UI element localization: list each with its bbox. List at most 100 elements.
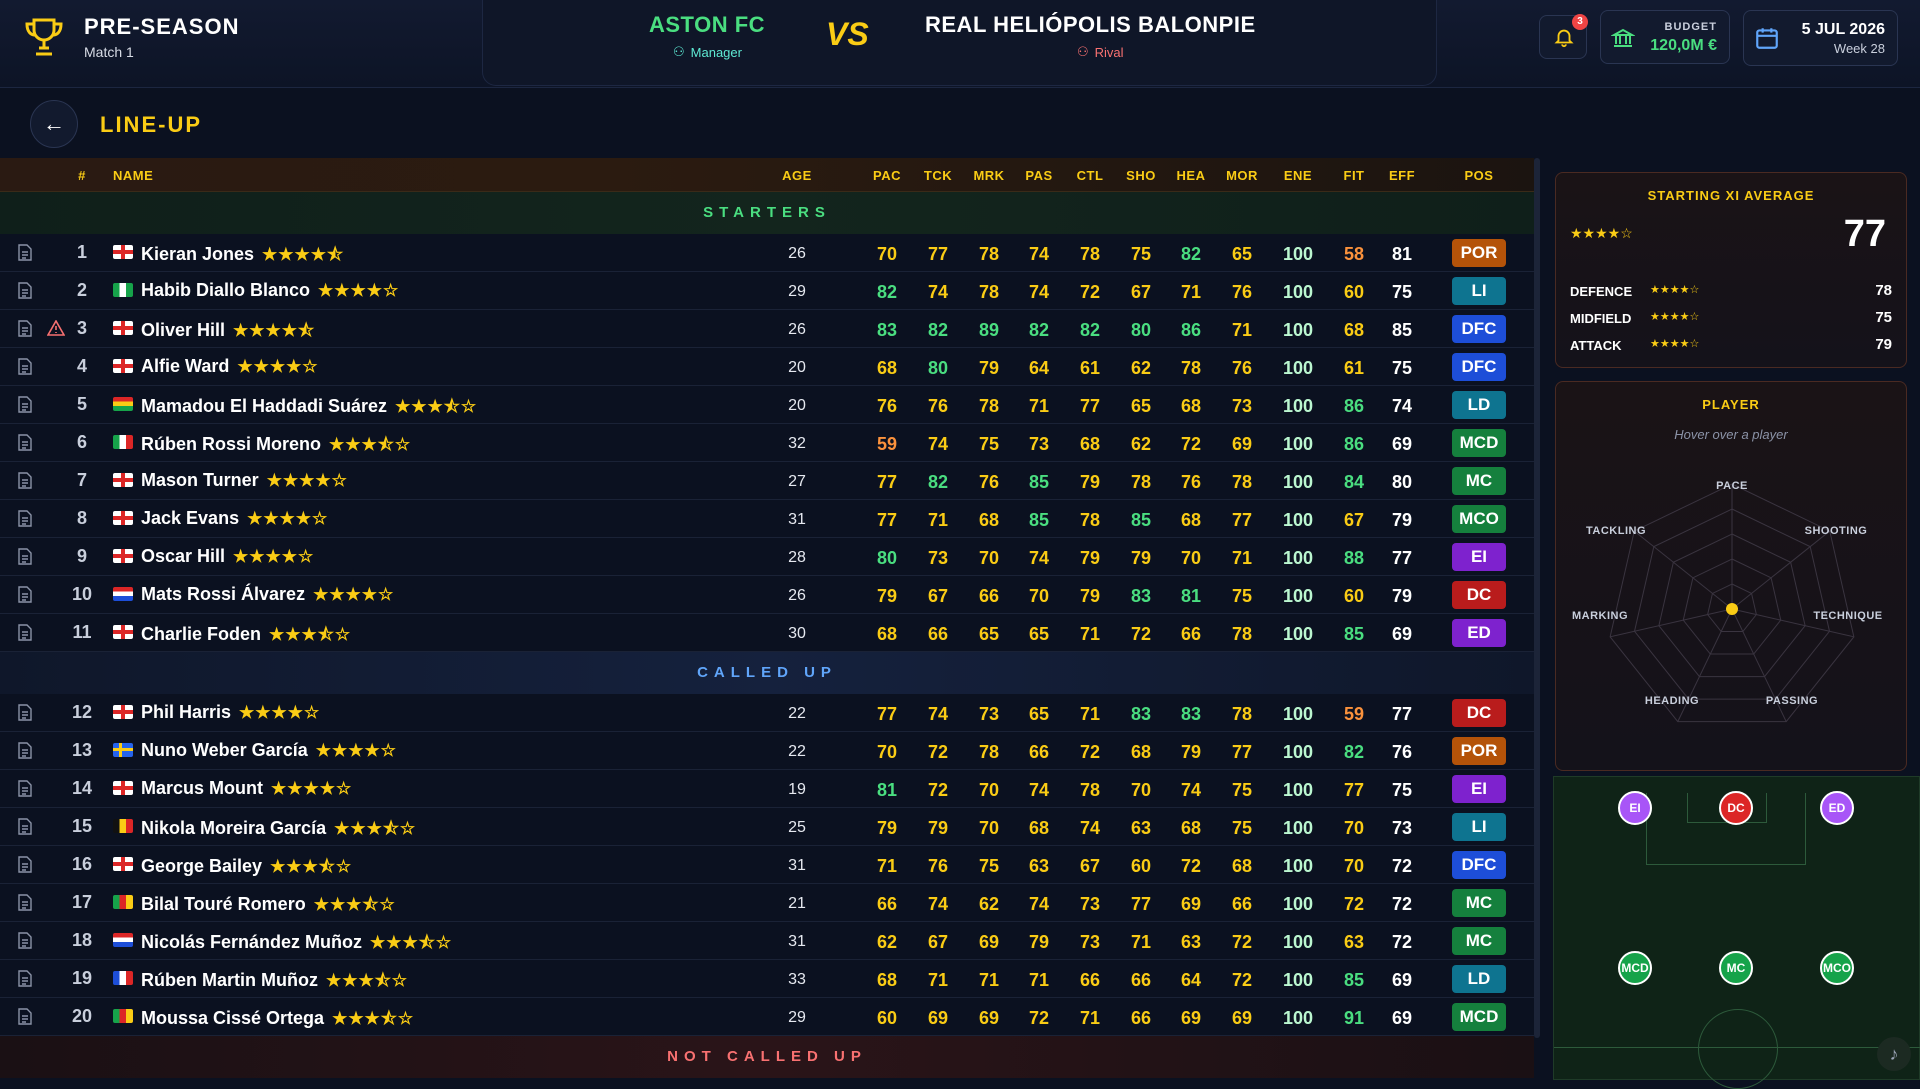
table-row[interactable]: 10 Mats Rossi Álvarez ★★★★☆ 26 79 67 66 70 79 83 8… [0,576,1534,614]
player-name-cell[interactable]: Oscar Hill ★★★★☆ [141,546,314,567]
player-name-cell[interactable]: Bilal Touré Romero ★★★⯪☆ [141,892,396,921]
position-badge[interactable]: LI [1452,813,1506,841]
player-name-cell[interactable]: Jack Evans ★★★★☆ [141,508,328,529]
position-badge[interactable]: MCD [1452,429,1506,457]
position-badge[interactable]: LD [1452,965,1506,993]
document-icon[interactable] [18,586,32,603]
table-row[interactable]: 11 Charlie Foden ★★★⯪☆ 30 68 66 65 65 71 72 66 78 10… [0,614,1534,652]
music-icon[interactable]: ♪ [1877,1037,1911,1071]
table-row[interactable]: 19 Rúben Martin Muñoz ★★★⯪☆ 33 68 71 71 71 66 66 6… [0,960,1534,998]
column-header[interactable]: CTL [1068,168,1112,183]
position-badge[interactable]: EI [1452,543,1506,571]
table-row[interactable]: 12 Phil Harris ★★★★☆ 22 77 74 73 65 71 83 83 78 100 5… [0,694,1534,732]
column-header[interactable]: TCK [916,168,960,183]
pitch-player-chip[interactable]: MCO [1820,951,1854,985]
position-badge[interactable]: DC [1452,581,1506,609]
position-badge[interactable]: LD [1452,391,1506,419]
position-badge[interactable]: ED [1452,619,1506,647]
document-icon[interactable] [18,396,32,413]
back-button[interactable]: ← [30,100,78,148]
player-name-cell[interactable]: Nicolás Fernández Muñoz ★★★⯪☆ [141,930,452,959]
scrollbar[interactable] [1534,158,1540,1038]
player-name-cell[interactable]: Phil Harris ★★★★☆ [141,702,320,723]
position-badge[interactable]: MC [1452,467,1506,495]
document-icon[interactable] [18,970,32,987]
column-header[interactable]: MOR [1220,168,1264,183]
table-row[interactable]: 18 Nicolás Fernández Muñoz ★★★⯪☆ 31 62 67 69 79… [0,922,1534,960]
position-badge[interactable]: DFC [1452,851,1506,879]
player-name-cell[interactable]: Habib Diallo Blanco ★★★★☆ [141,280,399,301]
table-row[interactable]: 9 Oscar Hill ★★★★☆ 28 80 73 70 74 79 79 70 71 100 88 7… [0,538,1534,576]
document-icon[interactable] [18,472,32,489]
position-badge[interactable]: MC [1452,927,1506,955]
player-name-cell[interactable]: George Bailey ★★★⯪☆ [141,854,352,883]
table-row[interactable]: 16 George Bailey ★★★⯪☆ 31 71 76 75 63 67 60 72 68 10… [0,846,1534,884]
player-name-cell[interactable]: Marcus Mount ★★★★☆ [141,778,352,799]
document-icon[interactable] [18,780,32,797]
player-name-cell[interactable]: Oliver Hill ★★★★⯪ [141,318,315,347]
player-name-cell[interactable]: Kieran Jones ★★★★⯪ [141,242,344,271]
pitch-player-chip[interactable]: EI [1618,791,1652,825]
table-row[interactable]: 6 Rúben Rossi Moreno ★★★⯪☆ 32 59 74 75 73 68 62 72… [0,424,1534,462]
player-name-cell[interactable]: Rúben Martin Muñoz ★★★⯪☆ [141,968,408,997]
column-header[interactable]: ENE [1276,168,1320,183]
player-name-cell[interactable]: Mamadou El Haddadi Suárez ★★★⯪☆ [141,394,477,423]
document-icon[interactable] [18,244,32,261]
player-name-cell[interactable]: Rúben Rossi Moreno ★★★⯪☆ [141,432,411,461]
position-badge[interactable]: POR [1452,239,1506,267]
document-icon[interactable] [18,282,32,299]
table-row[interactable]: 13 Nuno Weber García ★★★★☆ 22 70 72 78 66 72 68 79… [0,732,1534,770]
table-row[interactable]: 17 Bilal Touré Romero ★★★⯪☆ 21 66 74 62 74 73 77 6… [0,884,1534,922]
table-row[interactable]: 20 Moussa Cissé Ortega ★★★⯪☆ 29 60 69 69 72 71 66… [0,998,1534,1036]
document-icon[interactable] [18,434,32,451]
player-name-cell[interactable]: Mats Rossi Álvarez ★★★★☆ [141,584,394,605]
player-name-cell[interactable]: Mason Turner ★★★★☆ [141,470,348,491]
column-header[interactable]: # [64,168,100,183]
document-icon[interactable] [18,510,32,527]
document-icon[interactable] [18,548,32,565]
position-badge[interactable]: MC [1452,889,1506,917]
player-name-cell[interactable]: Nikola Moreira García ★★★⯪☆ [141,816,416,845]
table-row[interactable]: 15 Nikola Moreira García ★★★⯪☆ 25 79 79 70 68 74… [0,808,1534,846]
document-icon[interactable] [18,704,32,721]
document-icon[interactable] [18,856,32,873]
column-header[interactable]: MRK [967,168,1011,183]
column-header[interactable]: HEA [1169,168,1213,183]
table-row[interactable]: 1 Kieran Jones ★★★★⯪ 26 70 77 78 74 78 75 82 65 100 5… [0,234,1534,272]
table-row[interactable]: 7 Mason Turner ★★★★☆ 27 77 82 76 85 79 78 76 78 100 8… [0,462,1534,500]
player-name-cell[interactable]: Moussa Cissé Ortega ★★★⯪☆ [141,1006,414,1035]
table-row[interactable]: 3 Oliver Hill ★★★★⯪ 26 83 82 89 82 82 80 86 71 100 68… [0,310,1534,348]
column-header[interactable]: SHO [1119,168,1163,183]
document-icon[interactable] [18,894,32,911]
column-header[interactable]: NAME [113,168,173,183]
document-icon[interactable] [18,818,32,835]
column-header[interactable]: EFF [1380,168,1424,183]
document-icon[interactable] [18,624,32,641]
position-badge[interactable]: LI [1452,277,1506,305]
document-icon[interactable] [18,742,32,759]
position-badge[interactable]: DFC [1452,315,1506,343]
table-row[interactable]: 8 Jack Evans ★★★★☆ 31 77 71 68 85 78 85 68 77 100 67 7… [0,500,1534,538]
player-name-cell[interactable]: Charlie Foden ★★★⯪☆ [141,622,351,651]
position-badge[interactable]: POR [1452,737,1506,765]
column-header[interactable]: FIT [1332,168,1376,183]
column-header[interactable]: PAC [865,168,909,183]
column-header[interactable]: PAS [1017,168,1061,183]
column-header[interactable]: AGE [775,168,819,183]
notifications-button[interactable]: 3 [1539,14,1588,59]
pitch-player-chip[interactable]: MC [1719,951,1753,985]
column-header[interactable]: POS [1457,168,1501,183]
position-badge[interactable]: MCO [1452,505,1506,533]
table-row[interactable]: 2 Habib Diallo Blanco ★★★★☆ 29 82 74 78 74 72 67 7… [0,272,1534,310]
document-icon[interactable] [18,358,32,375]
player-name-cell[interactable]: Alfie Ward ★★★★☆ [141,356,319,377]
document-icon[interactable] [18,932,32,949]
pitch-player-chip[interactable]: DC [1719,791,1753,825]
pitch-player-chip[interactable]: ED [1820,791,1854,825]
table-row[interactable]: 4 Alfie Ward ★★★★☆ 20 68 80 79 64 61 62 78 76 100 61 7… [0,348,1534,386]
pitch-player-chip[interactable]: MCD [1618,951,1652,985]
position-badge[interactable]: DC [1452,699,1506,727]
player-name-cell[interactable]: Nuno Weber García ★★★★☆ [141,740,397,761]
table-row[interactable]: 14 Marcus Mount ★★★★☆ 19 81 72 70 74 78 70 74 75 100… [0,770,1534,808]
table-row[interactable]: 5 Mamadou El Haddadi Suárez ★★★⯪☆ 20 76 76 78 7… [0,386,1534,424]
